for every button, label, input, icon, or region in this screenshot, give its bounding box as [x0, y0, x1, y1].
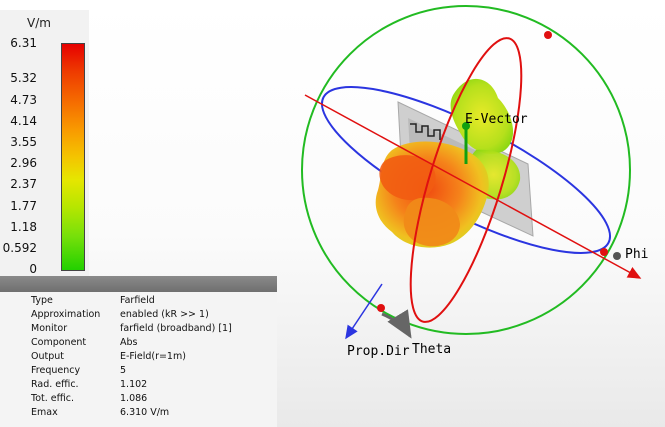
info-value: Abs	[120, 337, 138, 348]
info-row: Monitor farfield (broadband) [1]	[0, 323, 277, 337]
info-key: Frequency	[31, 365, 81, 376]
info-row: Rad. effic. 1.102	[0, 379, 277, 393]
info-key: Component	[31, 337, 87, 348]
result-info-panel: Type Farfield Approximation enabled (kR >> …	[0, 276, 277, 427]
phi-point	[600, 248, 608, 256]
info-row: Component Abs	[0, 337, 277, 351]
info-key: Rad. effic.	[31, 379, 79, 390]
info-row: Output E-Field(r=1m)	[0, 351, 277, 365]
info-value: 5	[120, 365, 127, 376]
info-key: Monitor	[31, 323, 68, 334]
info-row: Emax 6.310 V/m	[0, 407, 277, 421]
info-row: Type Farfield	[0, 295, 277, 309]
farfield-pattern	[375, 78, 521, 248]
info-key: Type	[31, 295, 53, 306]
info-row: Approximation enabled (kR >> 1)	[0, 309, 277, 323]
info-key: Tot. effic.	[31, 393, 75, 404]
info-value: Farfield	[120, 295, 155, 306]
info-row: Tot. effic. 1.086	[0, 393, 277, 407]
prop-dir-arrow	[345, 283, 383, 340]
info-value: E-Field(r=1m)	[120, 351, 186, 362]
info-value: 1.102	[120, 379, 148, 390]
theta-label: Theta	[412, 342, 451, 357]
info-value: enabled (kR >> 1)	[120, 309, 209, 320]
info-key: Output	[31, 351, 64, 362]
phi-marker-dot	[613, 252, 621, 260]
phi-label: Phi	[625, 247, 648, 262]
e-vector-label: E-Vector	[465, 112, 528, 127]
theta-ring-point-bottom	[377, 304, 385, 312]
info-key: Emax	[31, 407, 58, 418]
theta-ring-point-top	[544, 31, 552, 39]
info-panel-header	[0, 276, 277, 292]
info-row: Frequency 5	[0, 365, 277, 379]
prop-dir-label: Prop.Dir	[347, 344, 410, 359]
info-value: farfield (broadband) [1]	[120, 323, 232, 334]
info-value: 1.086	[120, 393, 148, 404]
info-key: Approximation	[31, 309, 101, 320]
info-value: 6.310 V/m	[120, 407, 170, 418]
